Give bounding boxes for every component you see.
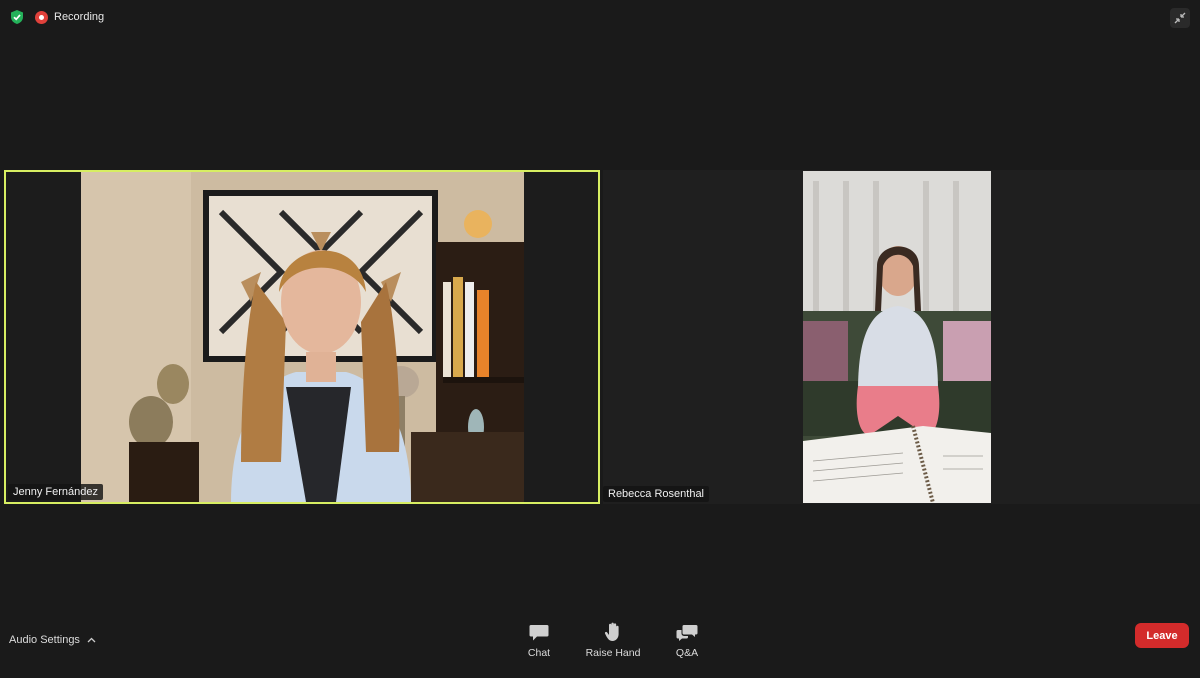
recording-icon xyxy=(35,10,48,24)
participant-name: Jenny Fernández xyxy=(8,484,103,500)
participant-video xyxy=(81,172,524,502)
meeting-action-buttons: Chat Raise Hand Q&A xyxy=(515,620,711,659)
qa-bubbles-icon xyxy=(676,625,698,641)
qa-label: Q&A xyxy=(675,647,699,659)
leave-button[interactable]: Leave xyxy=(1135,623,1189,648)
participant-name: Rebecca Rosenthal xyxy=(603,486,710,502)
audio-settings-label: Audio Settings xyxy=(9,634,80,646)
meeting-controls-bar: Audio Settings Chat Raise Hand Q&A Leave xyxy=(0,620,1200,678)
video-tile[interactable]: Rebecca Rosenthal xyxy=(603,170,1200,504)
exit-fullscreen-button[interactable] xyxy=(1170,8,1190,28)
recording-label: Recording xyxy=(54,11,105,23)
raise-hand-label: Raise Hand xyxy=(585,647,641,659)
chat-button[interactable]: Chat xyxy=(515,620,563,659)
chevron-up-icon xyxy=(87,637,96,643)
top-status-bar: Recording xyxy=(9,9,104,25)
video-tile-active-speaker[interactable]: Jenny Fernández xyxy=(4,170,600,504)
exit-fullscreen-icon xyxy=(1174,12,1186,24)
raise-hand-icon xyxy=(604,622,619,641)
recording-indicator: Recording xyxy=(35,10,105,24)
audio-settings-button[interactable]: Audio Settings xyxy=(9,634,96,646)
chat-label: Chat xyxy=(527,647,551,659)
shield-check-icon[interactable] xyxy=(9,9,25,25)
chat-bubble-icon xyxy=(529,625,549,641)
participant-video xyxy=(803,171,991,504)
raise-hand-button[interactable]: Raise Hand xyxy=(586,620,640,659)
qa-button[interactable]: Q&A xyxy=(663,620,711,659)
